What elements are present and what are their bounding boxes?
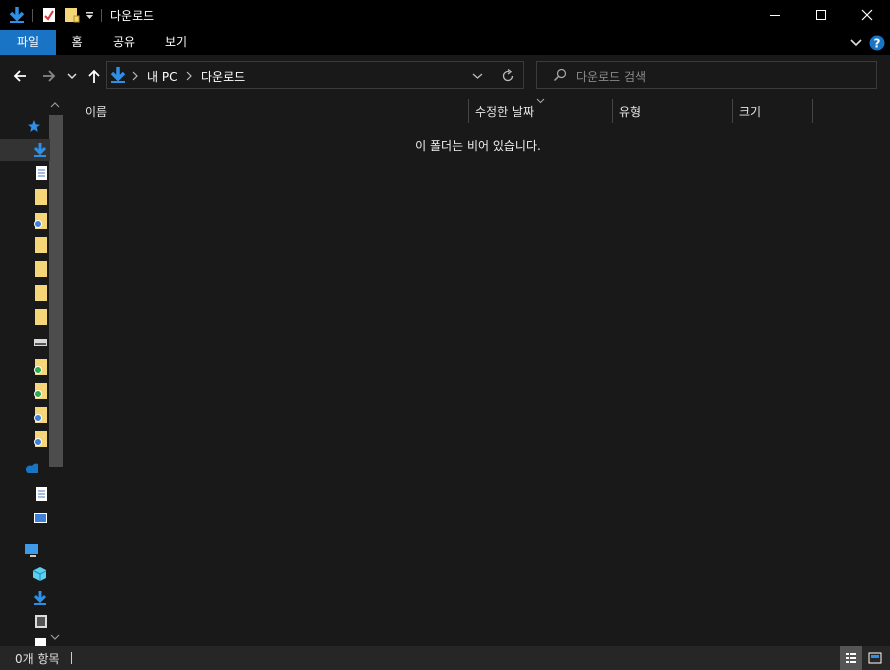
empty-folder-message: 이 폴더는 비어 있습니다.: [415, 139, 541, 153]
chevron-down-icon: [67, 73, 77, 80]
help-icon[interactable]: ?: [869, 35, 885, 51]
column-divider[interactable]: [612, 99, 613, 123]
scroll-down-icon[interactable]: [50, 633, 60, 641]
folder-icon[interactable]: [35, 261, 49, 277]
close-button[interactable]: [844, 0, 890, 30]
breadcrumb-this-pc[interactable]: 내 PC: [147, 68, 177, 85]
expand-ribbon-icon[interactable]: [850, 38, 862, 48]
up-icon: [88, 69, 100, 83]
navigation-pane: [0, 97, 66, 646]
3d-objects-icon[interactable]: [32, 566, 46, 582]
column-divider[interactable]: [468, 99, 469, 123]
forward-icon: [43, 70, 56, 82]
title-separator: [32, 9, 33, 22]
breadcrumb-chevron-icon[interactable]: [132, 71, 138, 81]
properties-icon[interactable]: [42, 7, 56, 23]
folder-icon[interactable]: [33, 431, 47, 447]
nav-scrollbar-thumb[interactable]: [49, 115, 63, 467]
forward-button[interactable]: [40, 67, 58, 85]
downloads-arrow-icon: [9, 7, 25, 23]
item-count: 0개 항목: [15, 652, 60, 666]
column-header-date-modified[interactable]: 수정한 날짜: [475, 103, 534, 120]
up-button[interactable]: [85, 67, 103, 85]
folder-icon[interactable]: [35, 189, 49, 205]
search-box[interactable]: 다운로드 검색: [536, 61, 877, 89]
this-pc-icon[interactable]: [24, 543, 38, 559]
folder-icon[interactable]: [35, 285, 49, 301]
synced-folder-icon[interactable]: [33, 383, 47, 399]
tab-home[interactable]: 홈: [64, 30, 90, 55]
breadcrumb-chevron-icon[interactable]: [186, 71, 192, 81]
column-header-name[interactable]: 이름: [85, 103, 107, 120]
folder-icon[interactable]: [35, 237, 49, 253]
maximize-icon: [816, 10, 826, 20]
document-icon[interactable]: [35, 486, 49, 502]
back-icon: [13, 70, 26, 82]
folder-icon[interactable]: [33, 213, 47, 229]
column-header-size[interactable]: 크기: [739, 103, 761, 120]
tab-view[interactable]: 보기: [160, 30, 192, 55]
new-folder-icon[interactable]: [64, 7, 80, 23]
videos-icon[interactable]: [34, 614, 48, 630]
recent-locations-button[interactable]: [65, 67, 79, 85]
ribbon-tabs: 파일 홈 공유 보기 ?: [0, 30, 890, 55]
file-list: 이름 수정한 날짜 유형 크기 이 폴더는 비어 있습니다.: [66, 97, 890, 646]
back-button[interactable]: [11, 67, 29, 85]
customize-chevron-icon[interactable]: [85, 11, 95, 21]
close-icon: [861, 9, 873, 21]
sort-indicator-icon: [536, 98, 545, 104]
address-bar[interactable]: 내 PC 다운로드: [106, 61, 524, 89]
window-title: 다운로드: [110, 9, 155, 23]
title-bar: 다운로드: [0, 0, 890, 30]
onedrive-icon[interactable]: [24, 461, 38, 477]
large-icons-view-button[interactable]: [864, 646, 886, 670]
quick-access-star-icon[interactable]: [27, 118, 41, 134]
navigation-row: 내 PC 다운로드 다운로드 검색: [0, 55, 890, 97]
breadcrumb-downloads[interactable]: 다운로드: [201, 68, 245, 85]
column-divider[interactable]: [812, 99, 813, 123]
pictures-icon[interactable]: [33, 511, 47, 527]
document-icon[interactable]: [35, 165, 49, 181]
details-view-button[interactable]: [840, 646, 862, 670]
title-separator: [101, 9, 102, 22]
large-icons-view-icon: [868, 652, 882, 664]
downloads-arrow-icon: [110, 67, 126, 83]
search-icon: [554, 68, 567, 81]
folder-icon[interactable]: [33, 407, 47, 423]
status-bar: 0개 항목: [0, 646, 890, 670]
svg-text:?: ?: [874, 37, 881, 51]
tab-file[interactable]: 파일: [0, 30, 56, 55]
status-separator: [71, 652, 72, 664]
tab-share[interactable]: 공유: [108, 30, 140, 55]
refresh-icon[interactable]: [501, 69, 515, 83]
address-history-chevron-icon[interactable]: [472, 72, 483, 80]
scroll-up-icon[interactable]: [50, 101, 60, 109]
minimize-icon: [770, 15, 780, 16]
column-header-type[interactable]: 유형: [619, 103, 641, 120]
downloads-arrow-icon[interactable]: [33, 590, 47, 606]
maximize-button[interactable]: [798, 0, 844, 30]
column-divider[interactable]: [732, 99, 733, 123]
details-view-icon: [846, 653, 856, 663]
folder-icon[interactable]: [35, 309, 49, 325]
search-placeholder: 다운로드 검색: [576, 70, 647, 84]
minimize-button[interactable]: [752, 0, 798, 30]
synced-folder-icon[interactable]: [33, 359, 47, 375]
drive-icon[interactable]: [33, 336, 47, 352]
downloads-arrow-icon[interactable]: [33, 142, 47, 158]
